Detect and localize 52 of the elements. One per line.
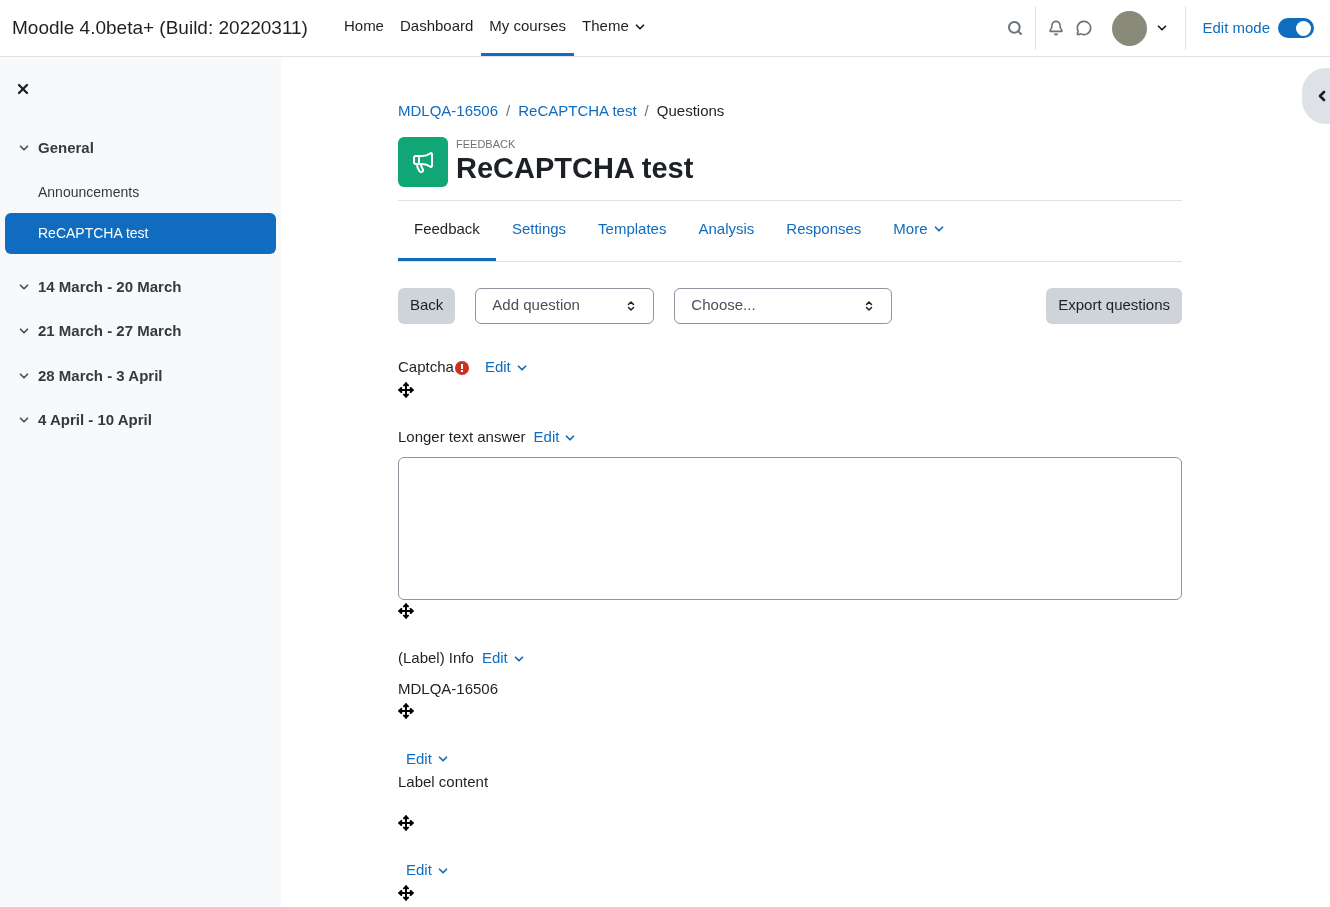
nav-link[interactable]: Theme [574, 0, 655, 56]
nav-link[interactable]: Dashboard [391, 0, 482, 56]
nav-link[interactable]: My courses [481, 0, 575, 56]
label-content: MDLQA-16506 [398, 678, 500, 699]
edit-menu-link[interactable]: Edit [481, 647, 526, 670]
breadcrumb-separator: / [506, 101, 511, 121]
question-label: (Label) Info [398, 648, 474, 669]
add-question-select[interactable]: Add question [475, 287, 655, 324]
back-button[interactable]: Back [398, 287, 456, 324]
activity-item[interactable]: Announcements [5, 171, 276, 213]
edit-mode-label: Edit mode [1202, 17, 1270, 38]
move-icon[interactable] [398, 814, 414, 831]
tab[interactable]: Settings [495, 200, 583, 261]
edit-mode-switch[interactable] [1278, 18, 1314, 38]
question-label: Captcha [398, 357, 454, 378]
question-label: Longer text answer [398, 427, 526, 448]
section-title[interactable]: 4 April - 10 April [38, 409, 152, 432]
tab[interactable]: Templates [582, 200, 683, 261]
messages-icon[interactable] [1076, 20, 1093, 36]
edit-menu-link[interactable]: Edit [406, 859, 450, 882]
page-title: ReCAPTCHA test [456, 150, 694, 186]
move-icon[interactable] [398, 703, 414, 719]
module-type: FEEDBACK [456, 138, 517, 150]
section-title[interactable]: 28 March - 3 April [38, 364, 163, 387]
tab[interactable]: Responses [770, 200, 878, 261]
label-content: Label content [398, 772, 490, 792]
search-icon[interactable] [1007, 20, 1024, 36]
notifications-icon[interactable] [1048, 20, 1065, 36]
tab[interactable]: Analysis [682, 200, 771, 261]
edit-menu-link[interactable]: Edit [406, 747, 450, 771]
section-title[interactable]: 14 March - 20 March [38, 275, 182, 298]
tab[interactable]: Feedback [398, 200, 496, 261]
section-title[interactable]: General [38, 137, 94, 160]
move-icon[interactable] [398, 884, 414, 901]
move-icon[interactable] [398, 602, 414, 619]
avatar[interactable] [1112, 10, 1148, 46]
export-questions-button[interactable]: Export questions [1046, 287, 1182, 324]
feedback-activity-icon [398, 136, 448, 187]
breadcrumb-link[interactable]: ReCAPTCHA test [518, 100, 637, 123]
edit-menu-link[interactable]: Edit [533, 426, 578, 449]
activity-item[interactable]: ReCAPTCHA test [5, 212, 276, 254]
move-icon[interactable] [398, 381, 414, 398]
breadcrumb-separator: / [644, 101, 649, 121]
tab[interactable]: More [877, 200, 962, 261]
section-title[interactable]: 21 March - 27 March [38, 320, 182, 343]
template-select[interactable]: Choose... [674, 287, 893, 324]
edit-menu-link[interactable]: Edit [484, 356, 529, 379]
close-icon[interactable] [15, 81, 31, 97]
site-name[interactable]: Moodle 4.0beta+ (Build: 20220311) [12, 13, 308, 43]
nav-link[interactable]: Home [335, 0, 392, 56]
breadcrumb-link[interactable]: MDLQA-16506 [398, 100, 499, 123]
breadcrumb-current: Questions [656, 101, 725, 121]
